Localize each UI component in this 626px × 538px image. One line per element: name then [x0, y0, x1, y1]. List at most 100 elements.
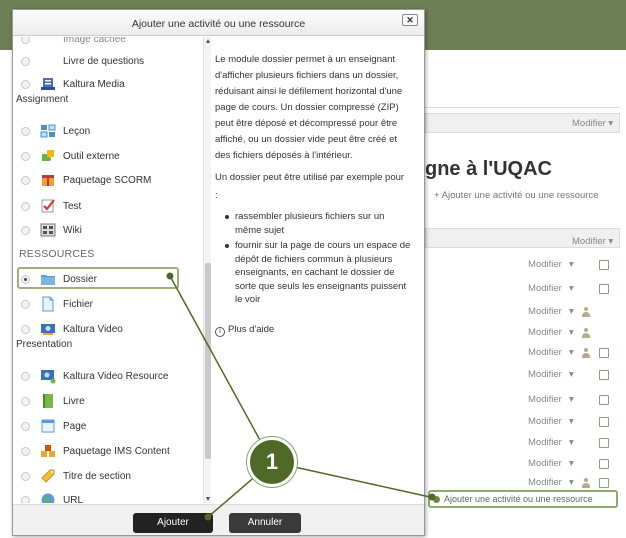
add-activity-label: Ajouter une activité ou une ressource — [444, 494, 593, 504]
dialog-header: Ajouter une activité ou une ressource ✕ — [13, 10, 424, 36]
activity-row-modifier[interactable]: Modifier ▾ — [526, 416, 616, 430]
completion-checkbox-icon[interactable] — [599, 438, 609, 448]
help-bullet: rassembler plusieurs fichiers sur un mêm… — [225, 210, 413, 237]
list-item-wiki[interactable]: Wiki — [13, 220, 203, 244]
radio-button[interactable] — [21, 226, 30, 235]
radio-button[interactable] — [21, 127, 30, 136]
list-item-livre-de-questions[interactable]: Livre de questions — [13, 51, 203, 75]
item-label: Livre — [63, 396, 85, 407]
activity-row-modifier[interactable]: Modifier ▾ — [526, 369, 616, 383]
help-colon: : — [215, 190, 218, 201]
list-item-outil-externe[interactable]: Outil externe — [13, 146, 203, 170]
completion-checkbox-icon[interactable] — [599, 260, 609, 270]
completion-checkbox-icon[interactable] — [599, 284, 609, 294]
modifier-label: Modifier — [528, 416, 562, 427]
add-activity-link-highlighted[interactable]: Ajouter une activité ou une ressource — [428, 490, 618, 508]
radio-button[interactable] — [21, 372, 30, 381]
item-label: Leçon — [63, 126, 91, 137]
item-label: Image cachée — [63, 37, 126, 45]
cancel-button[interactable]: Annuler — [229, 513, 301, 533]
activity-row-modifier[interactable]: Modifier ▾ — [526, 306, 616, 320]
lesson-icon — [40, 124, 56, 138]
dialog-footer: Ajouter Annuler — [13, 504, 424, 535]
radio-button[interactable] — [21, 80, 30, 89]
add-button[interactable]: Ajouter — [133, 513, 213, 533]
list-item-url[interactable]: URL — [13, 490, 203, 503]
activity-row-modifier[interactable]: Modifier ▾ — [526, 477, 616, 491]
radio-button[interactable] — [21, 300, 30, 309]
modifier-label: Modifier — [528, 347, 562, 358]
radio-button[interactable] — [21, 57, 30, 66]
activity-row-modifier[interactable]: Modifier ▾ — [526, 458, 616, 472]
group-user-icon[interactable] — [581, 328, 591, 338]
list-item-kaltura-media-assignment[interactable]: Kaltura Media Assignment — [13, 74, 203, 110]
radio-button[interactable] — [21, 176, 30, 185]
radio-button[interactable] — [21, 472, 30, 481]
modifier-label: Modifier — [572, 236, 606, 247]
radio-button[interactable] — [21, 447, 30, 456]
module-chooser-list: Image cachée Livre de questions Kaltura … — [13, 37, 203, 503]
completion-checkbox-icon[interactable] — [599, 370, 609, 380]
resources-heading: RESSOURCES — [19, 248, 95, 260]
list-item-kaltura-video-presentation[interactable]: Kaltura Video Presentation — [13, 319, 203, 355]
modifier-label: Modifier — [528, 283, 562, 294]
list-item-paquetage-scorm[interactable]: Paquetage SCORM — [13, 170, 203, 194]
kaltura-media-icon — [41, 78, 55, 90]
radio-button[interactable] — [21, 397, 30, 406]
radio-button[interactable] — [21, 325, 30, 334]
close-icon[interactable]: ✕ — [402, 14, 418, 26]
caret-icon: ▾ — [569, 259, 574, 270]
caret-icon: ▾ — [569, 327, 574, 338]
activity-row-modifier[interactable]: Modifier ▾ — [526, 394, 616, 408]
group-user-icon[interactable] — [581, 478, 591, 488]
list-item-page[interactable]: Page — [13, 416, 203, 440]
modifier-menu[interactable]: Modifier ▾ — [572, 236, 613, 247]
caret-icon: ▾ — [569, 283, 574, 294]
radio-button[interactable] — [21, 496, 30, 503]
group-user-icon[interactable] — [581, 307, 591, 317]
group-user-icon[interactable] — [581, 348, 591, 358]
list-item-lecon[interactable]: Leçon — [13, 121, 203, 145]
list-item-dossier[interactable]: Dossier — [13, 269, 203, 293]
activity-row-modifier[interactable]: Modifier ▾ — [526, 347, 616, 361]
add-activity-dialog: Ajouter une activité ou une ressource ✕ … — [12, 9, 425, 536]
modifier-menu[interactable]: Modifier ▾ — [572, 118, 613, 129]
completion-checkbox-icon[interactable] — [599, 459, 609, 469]
item-label: Kaltura Video Resource — [63, 371, 169, 382]
list-item-livre[interactable]: Livre — [13, 391, 203, 415]
activity-row-modifier[interactable]: Modifier ▾ — [526, 327, 616, 341]
modifier-label: Modifier — [528, 477, 562, 488]
scroll-down-icon[interactable] — [206, 497, 210, 501]
activity-row-modifier[interactable]: Modifier ▾ — [526, 437, 616, 451]
list-scrollbar[interactable] — [203, 37, 211, 503]
quiz-icon — [41, 199, 55, 213]
radio-button[interactable] — [21, 37, 30, 44]
radio-button[interactable] — [21, 422, 30, 431]
completion-checkbox-icon[interactable] — [599, 417, 609, 427]
modifier-label: Modifier — [528, 437, 562, 448]
step-number-badge: 1 — [247, 437, 297, 487]
radio-button-selected[interactable] — [21, 275, 30, 284]
radio-button[interactable] — [21, 202, 30, 211]
scroll-up-icon[interactable] — [206, 39, 210, 43]
activity-row-modifier[interactable]: Modifier ▾ — [526, 283, 616, 297]
add-activity-link-top[interactable]: + Ajouter une activité ou une ressource — [434, 190, 599, 201]
list-item-test[interactable]: Test — [13, 196, 203, 220]
more-help-link[interactable]: i Plus d'aide — [215, 324, 274, 337]
completion-checkbox-icon[interactable] — [599, 348, 609, 358]
book-icon — [43, 394, 53, 408]
list-item-titre-de-section[interactable]: Titre de section — [13, 466, 203, 490]
list-item-fichier[interactable]: Fichier — [13, 294, 203, 318]
folder-icon — [41, 275, 55, 285]
list-item-kaltura-video-resource[interactable]: Kaltura Video Resource — [13, 366, 203, 390]
list-item-paquetage-ims[interactable]: Paquetage IMS Content — [13, 441, 203, 465]
dialog-title: Ajouter une activité ou une ressource — [131, 18, 306, 30]
caret-icon: ▾ — [569, 416, 574, 427]
completion-checkbox-icon[interactable] — [599, 478, 609, 488]
item-label: Test — [63, 201, 82, 212]
radio-button[interactable] — [21, 152, 30, 161]
activity-row-modifier[interactable]: Modifier ▾ — [526, 259, 616, 273]
scroll-thumb[interactable] — [205, 263, 211, 459]
caret-icon: ▾ — [569, 347, 574, 358]
completion-checkbox-icon[interactable] — [599, 395, 609, 405]
